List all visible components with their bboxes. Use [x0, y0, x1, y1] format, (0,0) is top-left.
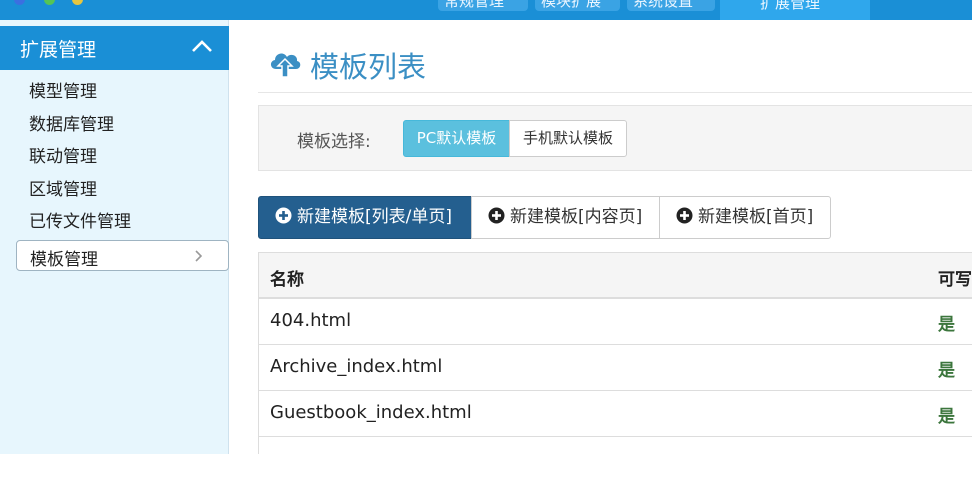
plus-circle-icon: [488, 207, 505, 224]
mobile-template-button[interactable]: 手机默认模板: [509, 120, 627, 157]
window-dot-blue-icon[interactable]: [14, 0, 25, 5]
cloud-upload-icon: [270, 53, 301, 78]
template-filter-label: 模板选择:: [297, 132, 371, 152]
table-row[interactable]: Archive_index.html 是: [259, 345, 972, 391]
template-table: 名称 可写 404.html 是 Archive_index.html 是 Gu…: [258, 252, 972, 454]
sidebar-item-models[interactable]: 模型管理: [29, 81, 97, 103]
page-title: 模板列表: [310, 50, 427, 84]
plus-circle-icon: [275, 207, 292, 224]
table-row[interactable]: Guestbook_index.html 是: [259, 391, 972, 437]
chevron-up-icon: [192, 40, 212, 52]
pc-template-button[interactable]: PC默认模板: [403, 120, 510, 157]
top-tab-system[interactable]: 系统设置: [627, 0, 715, 11]
sidebar-item-label: 模板管理: [30, 250, 98, 270]
writable-status: 是: [938, 361, 955, 381]
new-home-template-button[interactable]: 新建模板[首页]: [659, 196, 831, 239]
sidebar-item-templates[interactable]: 模板管理: [16, 240, 229, 271]
window-dot-green-icon[interactable]: [44, 0, 55, 5]
top-tab-modules[interactable]: 模块扩展: [535, 0, 620, 11]
sidebar-item-database[interactable]: 数据库管理: [29, 114, 114, 136]
new-home-template-label: 新建模板[首页]: [698, 207, 814, 227]
sidebar-item-uploaded-files[interactable]: 已传文件管理: [29, 211, 131, 233]
template-name[interactable]: 404.html: [270, 310, 351, 331]
template-name[interactable]: Guestbook_index.html: [270, 402, 472, 423]
new-content-template-label: 新建模板[内容页]: [510, 207, 643, 227]
new-list-template-label: 新建模板[列表/单页]: [297, 207, 452, 227]
template-name[interactable]: Archive_index.html: [270, 356, 442, 377]
plus-circle-icon: [676, 207, 693, 224]
sidebar-item-regions[interactable]: 区域管理: [29, 179, 97, 201]
top-navbar: 常规管理 模块扩展 系统设置 扩展管理: [0, 0, 972, 20]
top-tab-general[interactable]: 常规管理: [438, 0, 528, 11]
column-header-writable[interactable]: 可写: [938, 265, 972, 290]
sidebar-item-linkage[interactable]: 联动管理: [29, 146, 97, 168]
sidebar-header[interactable]: 扩展管理: [0, 26, 229, 70]
new-list-template-button[interactable]: 新建模板[列表/单页]: [258, 196, 472, 239]
writable-status: 是: [938, 407, 955, 427]
table-row[interactable]: 404.html 是: [259, 299, 972, 345]
top-tab-extensions[interactable]: 扩展管理: [720, 0, 870, 20]
table-row[interactable]: [259, 437, 972, 483]
sidebar: 扩展管理 模型管理 数据库管理 联动管理 区域管理 已传文件管理 模板管理: [0, 20, 229, 454]
window-dot-yellow-icon[interactable]: [72, 0, 83, 5]
chevron-right-icon: [195, 250, 202, 262]
sidebar-header-title: 扩展管理: [20, 39, 97, 61]
writable-status: 是: [938, 315, 955, 335]
new-content-template-button[interactable]: 新建模板[内容页]: [471, 196, 660, 239]
column-header-name[interactable]: 名称: [270, 265, 304, 290]
title-divider: [258, 92, 972, 93]
table-header: 名称 可写: [259, 252, 972, 299]
